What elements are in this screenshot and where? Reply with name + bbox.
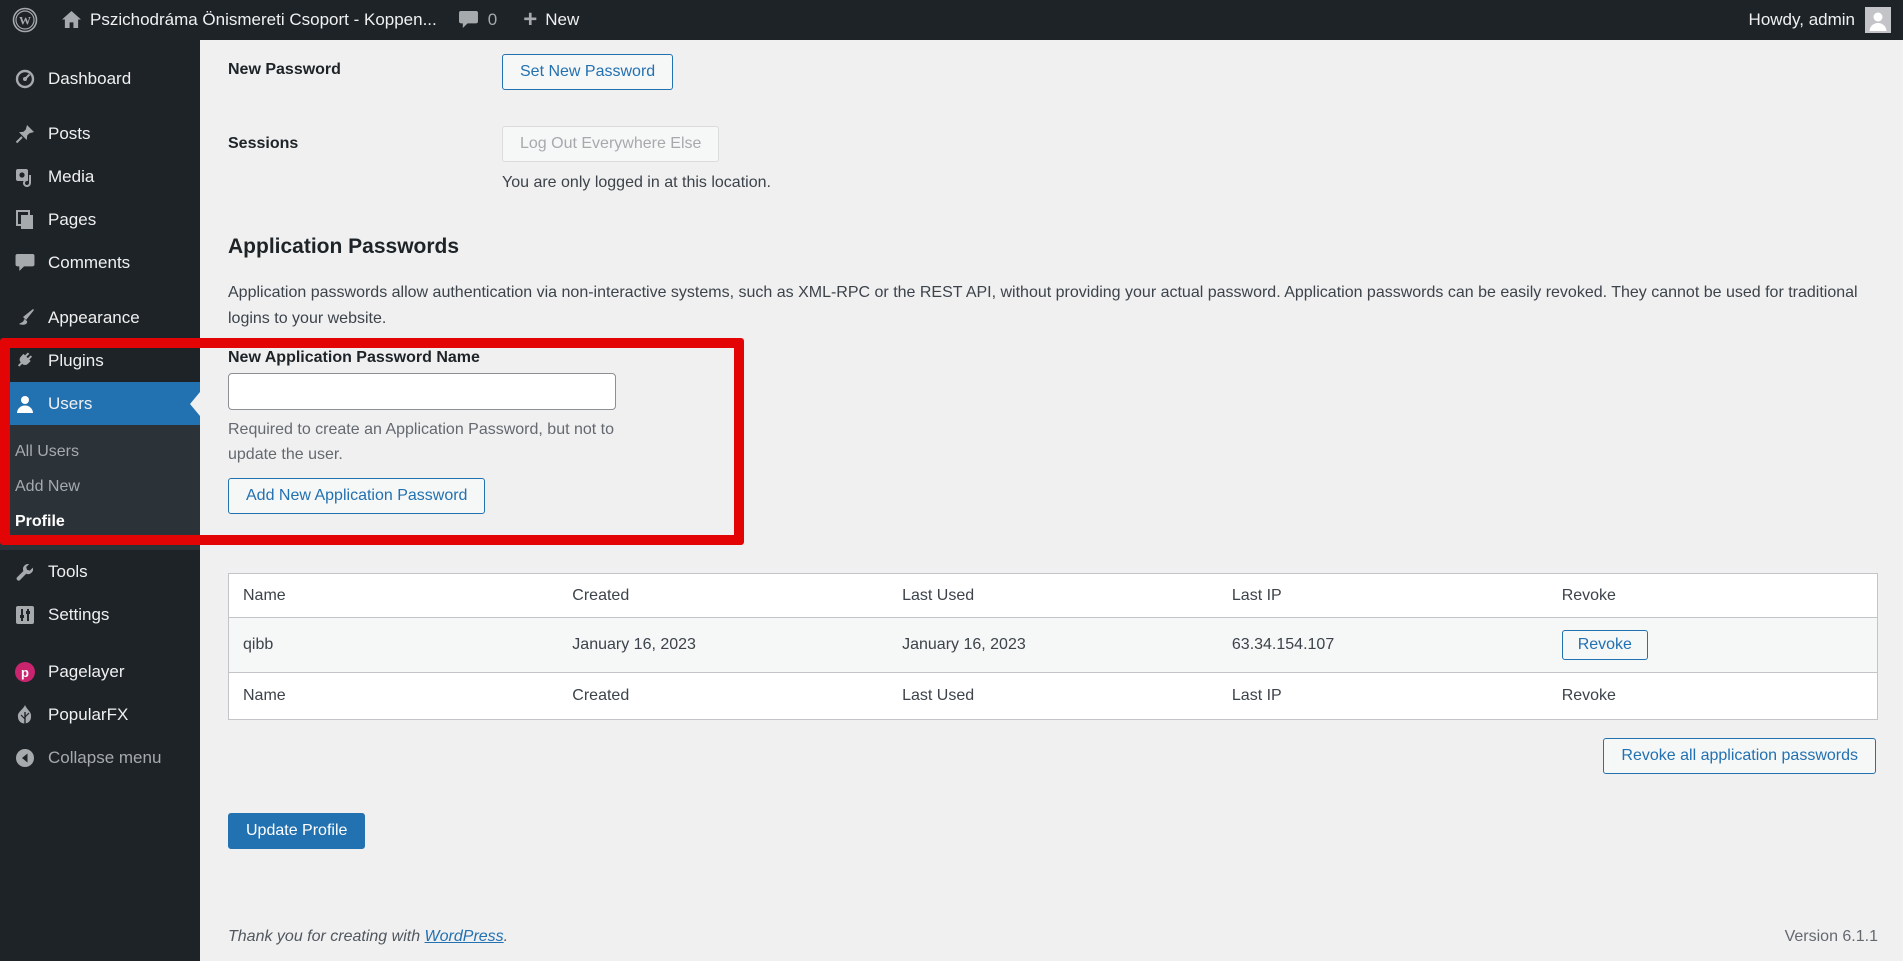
log-out-everywhere-button[interactable]: Log Out Everywhere Else <box>502 126 719 162</box>
new-app-password-name-input[interactable] <box>228 373 616 410</box>
sidebar-item-pages[interactable]: Pages <box>0 198 200 241</box>
sidebar-item-settings[interactable]: Settings <box>0 593 200 636</box>
new-app-password-name-label: New Application Password Name <box>228 349 480 367</box>
howdy-account-menu[interactable]: Howdy, admin <box>1749 10 1855 30</box>
sidebar-item-posts[interactable]: Posts <box>0 112 200 155</box>
admin-sidebar: Dashboard Posts Media Pages Comments App… <box>0 40 200 961</box>
update-profile-button[interactable]: Update Profile <box>228 813 365 849</box>
column-header-last-ip: Last IP <box>1218 574 1548 618</box>
sidebar-item-label: Comments <box>48 253 130 273</box>
sidebar-item-label: Posts <box>48 124 91 144</box>
wordpress-logo-icon[interactable]: W <box>12 7 38 33</box>
svg-text:p: p <box>21 665 29 680</box>
sidebar-item-label: PopularFX <box>48 705 128 725</box>
column-footer-revoke: Revoke <box>1548 673 1878 720</box>
sidebar-item-label: Media <box>48 167 94 187</box>
sidebar-item-label: Appearance <box>48 308 140 328</box>
profile-page-content: New Password Set New Password Sessions L… <box>200 40 1903 961</box>
sidebar-item-dashboard[interactable]: Dashboard <box>0 57 200 100</box>
footer-thanks-text: Thank you for creating with WordPress. <box>228 928 508 946</box>
sidebar-item-comments[interactable]: Comments <box>0 241 200 284</box>
comment-count: 0 <box>488 10 497 30</box>
appearance-icon <box>13 308 37 328</box>
pagelayer-icon: p <box>13 661 37 683</box>
sidebar-item-tools[interactable]: Tools <box>0 550 200 593</box>
sidebar-item-appearance[interactable]: Appearance <box>0 296 200 339</box>
sidebar-item-popularfx[interactable]: PopularFX <box>0 693 200 736</box>
comments-bubble[interactable]: 0 <box>459 10 497 30</box>
column-footer-created: Created <box>558 673 888 720</box>
column-header-revoke: Revoke <box>1548 574 1878 618</box>
home-icon <box>62 11 81 29</box>
media-icon <box>13 167 37 187</box>
sidebar-item-users[interactable]: Users <box>0 382 200 425</box>
avatar[interactable] <box>1865 7 1891 33</box>
site-menu[interactable]: Pszichodráma Önismereti Csoport - Koppen… <box>62 10 437 30</box>
tools-icon <box>13 562 37 582</box>
column-footer-last-ip: Last IP <box>1218 673 1548 720</box>
application-passwords-table: Name Created Last Used Last IP Revoke qi… <box>228 573 1878 720</box>
submenu-item-add-new[interactable]: Add New <box>0 469 200 504</box>
footer-version: Version 6.1.1 <box>1785 928 1878 946</box>
add-new-application-password-button[interactable]: Add New Application Password <box>228 478 485 514</box>
footer-thanks-prefix: Thank you for creating with <box>228 928 425 945</box>
cell-name: qibb <box>229 618 559 673</box>
cell-last-ip: 63.34.154.107 <box>1218 618 1548 673</box>
sidebar-item-label: Pagelayer <box>48 662 125 682</box>
new-app-password-help-text: Required to create an Application Passwo… <box>228 417 658 467</box>
popularfx-icon <box>13 705 37 725</box>
admin-footer: Thank you for creating with WordPress. V… <box>228 928 1878 946</box>
admin-bar: W Pszichodráma Önismereti Csoport - Kopp… <box>0 0 1903 40</box>
comment-bubble-icon <box>459 11 478 29</box>
application-passwords-description: Application passwords allow authenticati… <box>228 280 1880 332</box>
sessions-label: Sessions <box>228 135 298 153</box>
column-footer-last-used: Last Used <box>888 673 1218 720</box>
sidebar-item-label: Collapse menu <box>48 748 161 768</box>
sidebar-item-pagelayer[interactable]: p Pagelayer <box>0 650 200 693</box>
footer-thanks-suffix: . <box>504 928 508 945</box>
submenu-item-all-users[interactable]: All Users <box>0 434 200 469</box>
cell-last-used: January 16, 2023 <box>888 618 1218 673</box>
sidebar-item-plugins[interactable]: Plugins <box>0 339 200 382</box>
table-footer-row: Name Created Last Used Last IP Revoke <box>229 673 1878 720</box>
sidebar-item-label: Settings <box>48 605 109 625</box>
sidebar-item-label: Plugins <box>48 351 104 371</box>
sidebar-item-label: Dashboard <box>48 69 131 89</box>
settings-icon <box>13 605 37 625</box>
application-passwords-heading: Application Passwords <box>228 235 459 259</box>
plus-icon: + <box>523 10 537 30</box>
svg-text:W: W <box>19 14 31 28</box>
users-icon <box>13 394 37 414</box>
column-footer-name: Name <box>229 673 559 720</box>
site-title: Pszichodráma Önismereti Csoport - Koppen… <box>90 10 437 30</box>
sidebar-item-label: Pages <box>48 210 96 230</box>
column-header-name: Name <box>229 574 559 618</box>
sidebar-item-media[interactable]: Media <box>0 155 200 198</box>
revoke-button[interactable]: Revoke <box>1562 630 1648 660</box>
cell-created: January 16, 2023 <box>558 618 888 673</box>
users-submenu: All Users Add New Profile <box>0 425 200 550</box>
sidebar-item-label: Users <box>48 394 92 414</box>
pages-icon <box>13 210 37 230</box>
column-header-last-used: Last Used <box>888 574 1218 618</box>
set-new-password-button[interactable]: Set New Password <box>502 54 673 90</box>
column-header-created: Created <box>558 574 888 618</box>
table-row: qibb January 16, 2023 January 16, 2023 6… <box>229 618 1878 673</box>
new-label: New <box>545 10 579 30</box>
sidebar-item-collapse-menu[interactable]: Collapse menu <box>0 736 200 779</box>
sidebar-item-label: Tools <box>48 562 88 582</box>
comments-icon <box>13 254 37 272</box>
table-header-row: Name Created Last Used Last IP Revoke <box>229 574 1878 618</box>
plugin-icon <box>13 351 37 371</box>
new-password-label: New Password <box>228 61 341 79</box>
collapse-icon <box>13 748 37 768</box>
sessions-note: You are only logged in at this location. <box>502 174 771 192</box>
wordpress-link[interactable]: WordPress <box>425 928 504 945</box>
submenu-item-profile[interactable]: Profile <box>0 504 200 539</box>
pushpin-icon <box>13 124 37 144</box>
new-content-button[interactable]: + New <box>523 10 579 30</box>
revoke-all-application-passwords-button[interactable]: Revoke all application passwords <box>1603 738 1876 774</box>
dashboard-icon <box>13 69 37 89</box>
